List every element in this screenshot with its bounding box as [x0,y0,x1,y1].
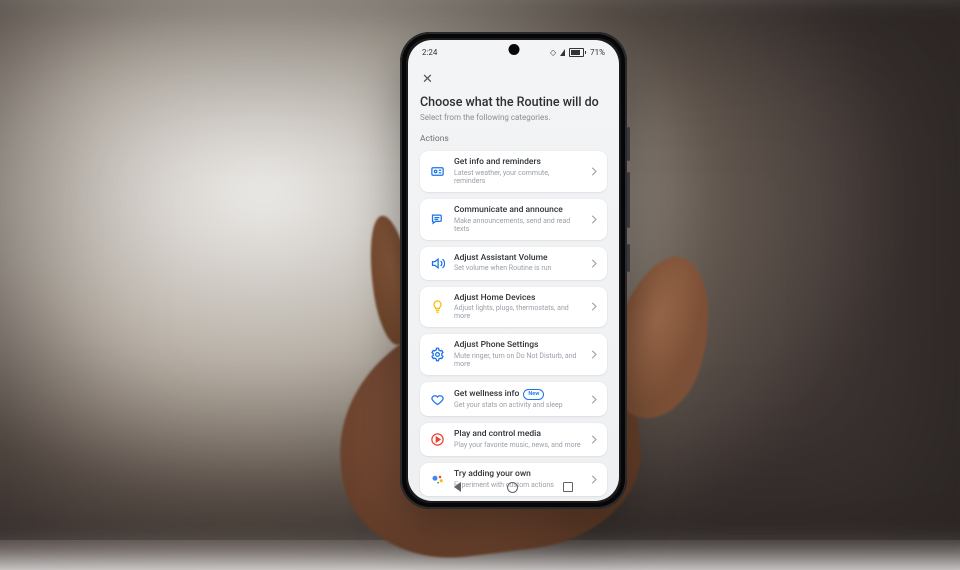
camera-punch-hole [508,44,519,55]
status-right-cluster: ◇ 71% [550,48,605,57]
android-nav-bar [408,478,619,496]
battery-icon [569,48,586,57]
action-desc: Set volume when Routine is run [454,264,582,272]
action-card-info[interactable]: Get info and reminders Latest weather, y… [420,151,607,192]
action-desc: Play your favorite music, news, and more [454,441,582,449]
heart-icon [429,391,445,407]
section-header-actions: Actions [420,134,607,144]
chevron-right-icon [591,167,598,176]
volume-icon [429,255,445,271]
action-title: Adjust Home Devices [454,294,582,304]
new-badge: New [523,389,544,400]
phone-volume-button [627,172,630,228]
action-title: Adjust Assistant Volume [454,254,582,264]
id-card-icon [429,163,445,179]
action-desc: Make announcements, send and read texts [454,217,582,233]
status-time: 2:24 [422,48,437,57]
action-card-volume[interactable]: Adjust Assistant Volume Set volume when … [420,247,607,280]
battery-percent: 71% [590,48,605,57]
chevron-right-icon [591,302,598,311]
chat-icon [429,211,445,227]
lightbulb-icon [429,299,445,315]
action-desc: Get your stats on activity and sleep [454,401,582,409]
action-title: Get info and reminders [454,158,582,168]
phone-screen: 2:24 ◇ 71% ✕ Choose what the Routine wil… [408,40,619,501]
chevron-right-icon [591,215,598,224]
action-card-phone-settings[interactable]: Adjust Phone Settings Mute ringer, turn … [420,334,607,375]
action-card-communicate[interactable]: Communicate and announce Make announceme… [420,199,607,240]
play-icon [429,432,445,448]
phone-frame: 2:24 ◇ 71% ✕ Choose what the Routine wil… [400,32,627,509]
phone-side-button [627,244,630,272]
chevron-right-icon [591,395,598,404]
app-content: ✕ Choose what the Routine will do Select… [408,62,619,496]
wifi-icon: ◇ [550,48,556,57]
action-desc: Adjust lights, plugs, thermostats, and m… [454,304,582,320]
action-desc: Mute ringer, turn on Do Not Disturb, and… [454,352,582,368]
chevron-right-icon [591,350,598,359]
action-card-media[interactable]: Play and control media Play your favorit… [420,423,607,456]
chevron-right-icon [591,259,598,268]
phone-power-button [627,127,630,161]
page-subtitle: Select from the following categories. [420,113,607,122]
chevron-right-icon [591,435,598,444]
action-card-home-devices[interactable]: Adjust Home Devices Adjust lights, plugs… [420,287,607,328]
action-title: Play and control media [454,430,582,440]
signal-icon [560,49,565,56]
action-title: Adjust Phone Settings [454,341,582,351]
page-title: Choose what the Routine will do [420,95,607,110]
nav-recent-button[interactable] [563,482,573,492]
action-title: Get wellness infoNew [454,389,582,400]
nav-home-button[interactable] [507,482,518,493]
nav-back-button[interactable] [454,482,461,492]
action-card-wellness[interactable]: Get wellness infoNew Get your stats on a… [420,382,607,416]
close-icon[interactable]: ✕ [420,71,435,88]
settings-icon [429,347,445,363]
action-desc: Latest weather, your commute, reminders [454,169,582,185]
action-title: Communicate and announce [454,206,582,216]
